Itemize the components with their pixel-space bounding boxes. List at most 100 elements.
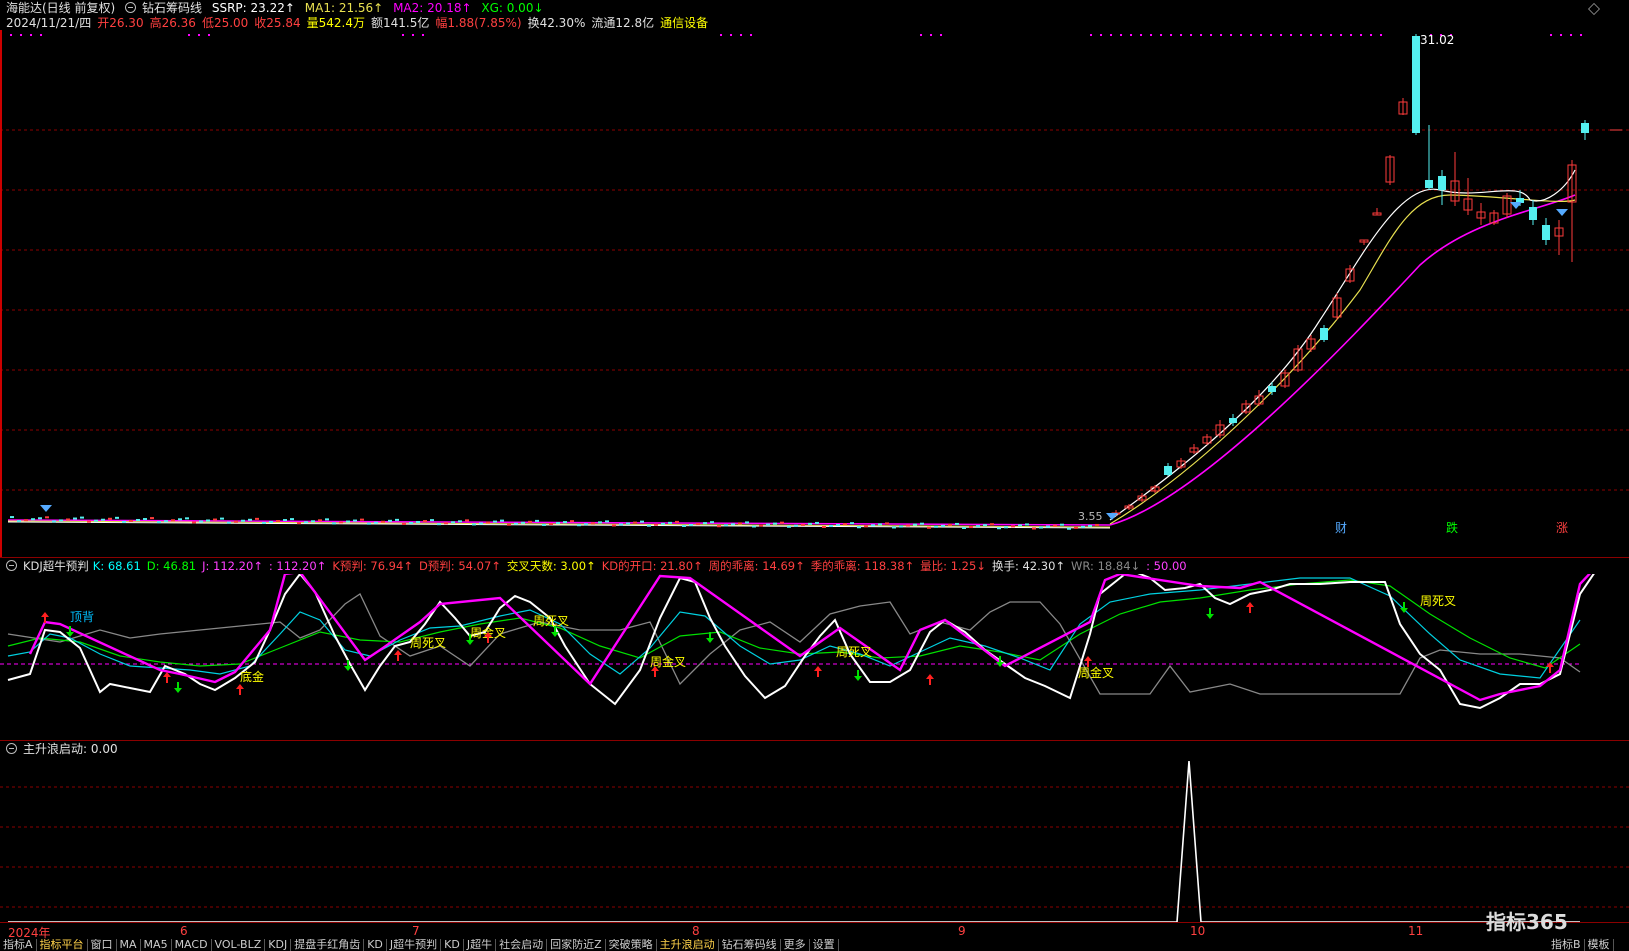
candle [906,524,910,527]
candle [94,519,98,522]
quote-amount: 额141.5亿 [371,16,430,30]
candle [66,518,70,521]
wave-chart[interactable] [0,757,1629,923]
tab-item[interactable]: MA5 [141,939,172,951]
candle [990,523,994,526]
header-line: 海能达(日线 前复权) 钻石筹码线 SSRP: 23.22↑ MA1: 21.5… [6,1,550,16]
candle [346,520,350,523]
tab-item[interactable]: 钻石筹码线 [719,939,781,951]
candle [381,520,385,523]
signal-dot [1300,34,1302,36]
candle [703,522,707,525]
candle [206,519,210,522]
tab-item[interactable]: 指标A [0,939,37,951]
signal-dot [1120,34,1122,36]
kdj-toggle-icon[interactable] [6,560,17,571]
tab-item[interactable]: 模板 [1585,939,1614,951]
candle [766,523,770,526]
main-candlestick-chart[interactable]: 31.02 3.55 财 跌 涨 [0,30,1629,557]
candle [626,522,630,525]
candle [591,522,595,525]
signal-dot [1380,34,1382,36]
tab-item[interactable]: J超牛预判 [387,939,442,951]
collapse-icon[interactable] [1588,3,1600,15]
candle [1320,328,1328,340]
candle [283,519,287,522]
quote-sector[interactable]: 通信设备 [660,16,708,30]
tab-item[interactable]: 窗口 [88,939,117,951]
kdj-signal-label: 周死叉 [533,614,569,628]
kdj-j: J: 112.20↑ [202,559,263,573]
candle [52,520,56,523]
candle [388,519,392,522]
buy-arrow-icon [163,672,171,683]
candle [780,521,784,524]
signal-dot [188,34,190,36]
candle [640,520,644,523]
signal-dot [1160,34,1162,36]
tab-item[interactable]: 主升浪启动 [657,939,719,951]
kdj-chart[interactable]: 顶背底金周死叉周金叉周死叉周金叉周死叉周金叉周死叉 [0,574,1629,740]
signal-dot [1270,34,1272,36]
candle [829,525,833,528]
candle [1053,524,1057,527]
tab-item[interactable]: 指标平台 [37,939,88,951]
tab-item[interactable]: KDJ [265,939,292,951]
tab-item[interactable]: 回家防近Z [547,939,606,951]
tab-item[interactable]: 设置 [810,939,839,951]
stock-name[interactable]: 海能达(日线 前复权) [6,1,115,15]
signal-dot [1280,34,1282,36]
candle [570,520,574,523]
candle [507,523,511,526]
tab-item[interactable]: J超牛 [464,939,497,951]
signal-dot [1230,34,1232,36]
signal-dot [1190,34,1192,36]
candle [983,524,987,527]
tab-item[interactable]: MA [117,939,141,951]
candle [192,521,196,524]
tab-item[interactable]: 社会启动 [496,939,548,951]
signal-dot [940,34,942,36]
wave-toggle-icon[interactable] [6,743,17,754]
signal-dot [1340,34,1342,36]
candle [542,523,546,526]
kdj-d: D: 46.81 [146,559,197,573]
kdj-week-dev: 周的乖离: 14.69↑ [708,559,805,573]
buy-arrow-icon [814,666,822,677]
x-axis-label: 9 [958,924,966,938]
tab-item[interactable]: 突破策略 [606,939,657,951]
candle [724,524,728,527]
signal-dot [30,34,32,36]
quote-low: 低25.00 [201,16,249,30]
candle [45,516,49,519]
tab-item[interactable]: MACD [172,939,212,951]
tab-item[interactable]: 指标B [1548,939,1585,951]
indicator-toggle-icon[interactable] [125,2,137,13]
indicator-name[interactable]: 钻石筹码线 [142,1,202,15]
candle [416,521,420,524]
kdj-j2: : 112.20↑ [268,559,327,573]
candle [451,521,455,524]
signal-dot [1350,34,1352,36]
tab-item[interactable]: VOL-BLZ [212,939,266,951]
signal-dot [40,34,42,36]
candle [122,520,126,523]
candle [668,521,672,524]
candle [1074,526,1078,529]
candle [1081,525,1085,528]
tab-item[interactable]: 更多 [781,939,810,951]
kdj-title[interactable]: KDJ超牛预判 [23,559,89,573]
candle [843,523,847,526]
tab-item[interactable]: KD [441,939,464,951]
candle [101,518,105,521]
quote-change: 幅1.88(7.85%) [435,16,522,30]
kdj-signal-label: 周死叉 [410,636,446,650]
candle [857,526,861,529]
candle [794,524,798,527]
candle [535,519,539,522]
tab-item[interactable]: 提盘手红角齿 [291,939,365,951]
candle [745,521,749,524]
tab-item[interactable]: KD [364,939,387,951]
candle [584,523,588,526]
wave-title[interactable]: 主升浪启动 [23,742,83,756]
